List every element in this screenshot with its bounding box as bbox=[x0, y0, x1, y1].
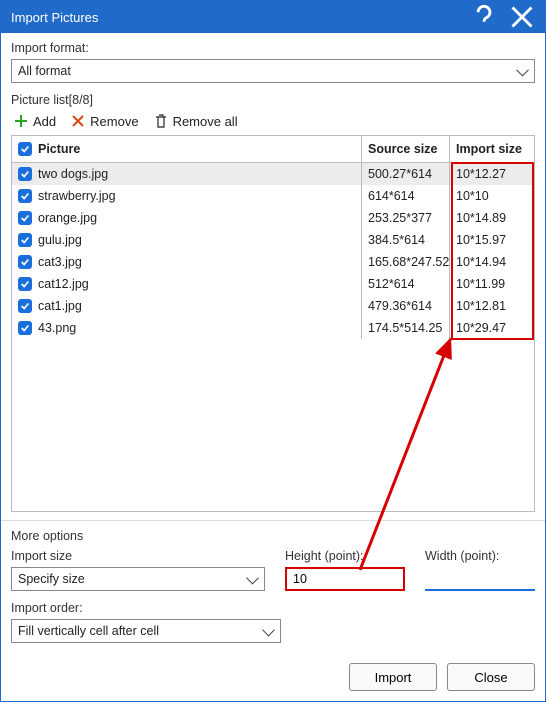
picture-name: 43.png bbox=[38, 321, 76, 335]
picture-name: cat12.jpg bbox=[38, 277, 89, 291]
import-button[interactable]: Import bbox=[349, 663, 437, 691]
add-button[interactable]: Add bbox=[13, 113, 56, 129]
picture-name: cat1.jpg bbox=[38, 299, 82, 313]
import-size: 10*11.99 bbox=[450, 273, 534, 295]
picture-name: two dogs.jpg bbox=[38, 167, 108, 181]
import-format-value: All format bbox=[18, 64, 71, 78]
column-picture[interactable]: Picture bbox=[12, 136, 362, 162]
height-input[interactable] bbox=[285, 567, 405, 591]
picture-grid: Picture Source size Import size two dogs… bbox=[11, 135, 535, 512]
height-label: Height (point): bbox=[285, 549, 405, 563]
plus-icon bbox=[13, 113, 29, 129]
picture-list-label: Picture list[8/8] bbox=[11, 93, 535, 107]
help-button[interactable] bbox=[465, 1, 503, 33]
size-row: Import size Specify size Height (point):… bbox=[11, 549, 535, 591]
table-row[interactable]: cat1.jpg 479.36*61410*12.81 bbox=[12, 295, 534, 317]
source-size: 512*614 bbox=[362, 273, 450, 295]
remove-button[interactable]: Remove bbox=[70, 113, 138, 129]
row-checkbox[interactable] bbox=[18, 189, 32, 203]
table-row[interactable]: 43.png 174.5*514.2510*29.47 bbox=[12, 317, 534, 339]
titlebar: Import Pictures bbox=[1, 1, 545, 33]
row-checkbox[interactable] bbox=[18, 211, 32, 225]
import-format-select[interactable]: All format bbox=[11, 59, 535, 83]
grid-body: two dogs.jpg500.27*61410*12.27strawberry… bbox=[12, 163, 534, 339]
source-size: 253.25*377 bbox=[362, 207, 450, 229]
import-size-label: Import size bbox=[11, 549, 265, 563]
grid-header: Picture Source size Import size bbox=[12, 136, 534, 163]
more-options-label: More options bbox=[11, 529, 535, 543]
import-size: 10*14.89 bbox=[450, 207, 534, 229]
x-icon bbox=[70, 113, 86, 129]
table-row[interactable]: strawberry.jpg 614*61410*10 bbox=[12, 185, 534, 207]
source-size: 479.36*614 bbox=[362, 295, 450, 317]
dialog-buttons: Import Close bbox=[1, 653, 545, 701]
close-window-button[interactable] bbox=[503, 1, 541, 33]
row-checkbox[interactable] bbox=[18, 299, 32, 313]
source-size: 165.68*247.52 bbox=[362, 251, 450, 273]
row-checkbox[interactable] bbox=[18, 321, 32, 335]
table-row[interactable]: gulu.jpg 384.5*61410*15.97 bbox=[12, 229, 534, 251]
import-size-select[interactable]: Specify size bbox=[11, 567, 265, 591]
width-input[interactable] bbox=[425, 567, 535, 591]
import-size: 10*29.47 bbox=[450, 317, 534, 339]
column-source-size[interactable]: Source size bbox=[362, 136, 450, 162]
separator bbox=[1, 520, 545, 521]
picture-list-toolbar: Add Remove Remove all bbox=[11, 107, 535, 135]
picture-name: gulu.jpg bbox=[38, 233, 82, 247]
import-size: 10*10 bbox=[450, 185, 534, 207]
source-size: 174.5*514.25 bbox=[362, 317, 450, 339]
table-row[interactable]: two dogs.jpg 500.27*61410*12.27 bbox=[12, 163, 534, 185]
column-import-size[interactable]: Import size bbox=[450, 136, 534, 162]
picture-name: cat3.jpg bbox=[38, 255, 82, 269]
row-checkbox[interactable] bbox=[18, 167, 32, 181]
import-order-select[interactable]: Fill vertically cell after cell bbox=[11, 619, 281, 643]
dialog-body: Import format: All format Picture list[8… bbox=[1, 33, 545, 653]
width-label: Width (point): bbox=[425, 549, 535, 563]
picture-name: strawberry.jpg bbox=[38, 189, 116, 203]
row-checkbox[interactable] bbox=[18, 277, 32, 291]
table-row[interactable]: orange.jpg 253.25*37710*14.89 bbox=[12, 207, 534, 229]
table-row[interactable]: cat12.jpg 512*61410*11.99 bbox=[12, 273, 534, 295]
source-size: 614*614 bbox=[362, 185, 450, 207]
import-format-label: Import format: bbox=[11, 41, 535, 55]
trash-icon bbox=[153, 113, 169, 129]
import-pictures-dialog: Import Pictures Import format: All forma… bbox=[0, 0, 546, 702]
order-row: Import order: Fill vertically cell after… bbox=[11, 601, 535, 643]
remove-all-button[interactable]: Remove all bbox=[153, 113, 238, 129]
import-order-label: Import order: bbox=[11, 601, 281, 615]
import-size: 10*14.94 bbox=[450, 251, 534, 273]
source-size: 384.5*614 bbox=[362, 229, 450, 251]
source-size: 500.27*614 bbox=[362, 163, 450, 185]
import-size: 10*12.27 bbox=[450, 163, 534, 185]
row-checkbox[interactable] bbox=[18, 233, 32, 247]
close-button[interactable]: Close bbox=[447, 663, 535, 691]
import-size: 10*12.81 bbox=[450, 295, 534, 317]
row-checkbox[interactable] bbox=[18, 255, 32, 269]
table-row[interactable]: cat3.jpg 165.68*247.5210*14.94 bbox=[12, 251, 534, 273]
window-title: Import Pictures bbox=[11, 10, 465, 25]
picture-name: orange.jpg bbox=[38, 211, 97, 225]
import-size: 10*15.97 bbox=[450, 229, 534, 251]
check-all[interactable] bbox=[18, 142, 32, 156]
